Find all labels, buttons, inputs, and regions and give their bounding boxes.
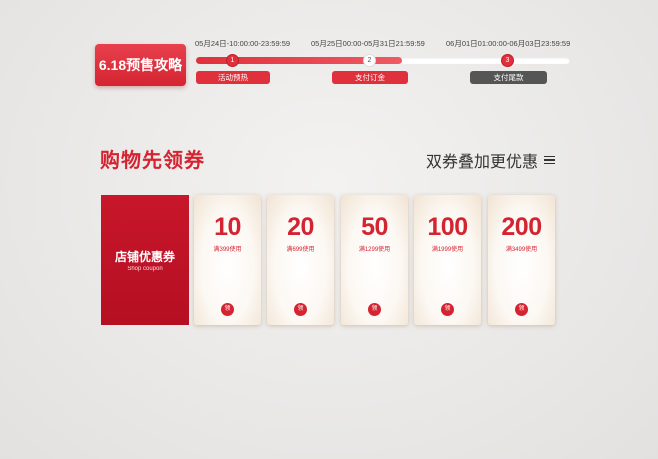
phase-2-date: 05月25日00:00-05月31日21:59:59 bbox=[311, 39, 425, 48]
coupon-amount: 20 bbox=[287, 213, 314, 241]
coupon-amount: 200 bbox=[501, 213, 542, 241]
coupon-condition: 满3499使用 bbox=[505, 247, 538, 253]
coupon-condition: 满1299使用 bbox=[358, 247, 391, 253]
phase-balance-label[interactable]: 支付尾款 bbox=[470, 71, 547, 84]
coupon-card[interactable]: 50 满1299使用 领 bbox=[341, 195, 408, 325]
coupon-condition: 满399使用 bbox=[213, 247, 242, 253]
section-title: 购物先领券 bbox=[100, 150, 205, 172]
claim-button[interactable]: 领 bbox=[368, 303, 381, 316]
shop-coupon-title: 店铺优惠券 bbox=[114, 250, 175, 264]
coupon-card[interactable]: 100 满1999使用 领 bbox=[414, 195, 481, 325]
phase-preheat-label[interactable]: 活动预热 bbox=[196, 71, 270, 84]
coupon-amount: 10 bbox=[214, 213, 241, 241]
coupon-amount: 100 bbox=[427, 213, 468, 241]
phase-3-date: 06月01日01:00:00-06月03日23:59:59 bbox=[446, 39, 571, 48]
coupon-card[interactable]: 20 满699使用 领 bbox=[267, 195, 334, 325]
double-coupon-link[interactable]: 双券叠加更优惠 bbox=[426, 148, 556, 172]
shop-coupon-subtitle: Shop coupon bbox=[127, 266, 163, 272]
section-subtitle: 双券叠加更优惠 bbox=[426, 154, 539, 171]
coupon-card[interactable]: 10 满399使用 领 bbox=[194, 195, 261, 325]
menu-icon bbox=[544, 155, 556, 165]
step-1-marker: 1 bbox=[227, 55, 238, 66]
shop-coupon-card: 店铺优惠券 Shop coupon bbox=[101, 195, 189, 325]
presale-guide-badge[interactable]: 6.18预售攻略 bbox=[95, 44, 186, 86]
step-3-marker: 3 bbox=[502, 55, 513, 66]
claim-button[interactable]: 领 bbox=[441, 303, 454, 316]
coupon-condition: 满699使用 bbox=[286, 247, 315, 253]
coupon-amount: 50 bbox=[361, 213, 388, 241]
claim-button[interactable]: 领 bbox=[221, 303, 234, 316]
step-2-marker: 2 bbox=[364, 55, 375, 66]
coupon-card[interactable]: 200 满3499使用 领 bbox=[488, 195, 555, 325]
claim-button[interactable]: 领 bbox=[515, 303, 528, 316]
phase-1-date: 05月24日-10:00:00-23:59:59 bbox=[195, 39, 291, 48]
coupon-condition: 满1999使用 bbox=[431, 247, 464, 253]
claim-button[interactable]: 领 bbox=[294, 303, 307, 316]
phase-deposit-label[interactable]: 支付订金 bbox=[332, 71, 408, 84]
